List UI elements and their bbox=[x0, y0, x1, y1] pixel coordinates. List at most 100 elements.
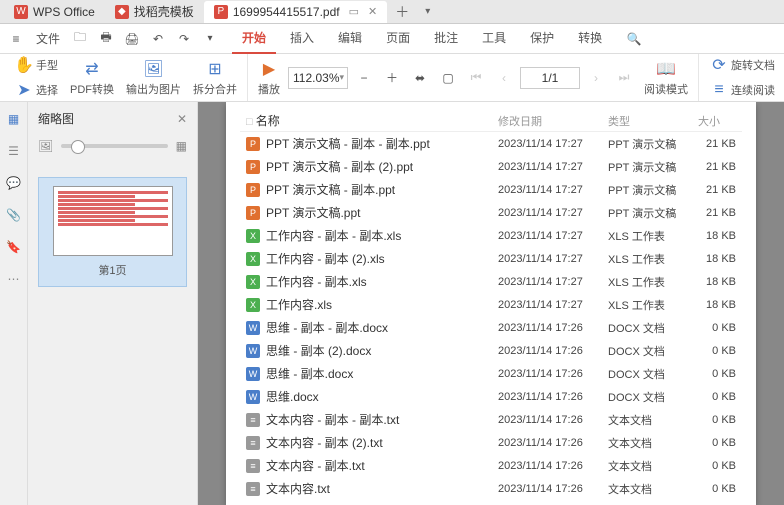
thumb-grid-icon[interactable]: ▦ bbox=[176, 139, 187, 153]
save-icon[interactable]: 🖶 bbox=[94, 27, 118, 51]
thumbnails-rail-icon[interactable]: ▦ bbox=[5, 110, 23, 128]
restore-icon[interactable]: ▭ bbox=[349, 5, 359, 18]
attach-rail-icon[interactable]: 📎 bbox=[5, 206, 23, 224]
file-type: PPT 演示文稿 bbox=[602, 132, 692, 156]
file-date: 2023/11/14 17:27 bbox=[492, 178, 602, 201]
table-row: PPPT 演示文稿 - 副本 (2).ppt2023/11/14 17:27PP… bbox=[240, 155, 742, 178]
play-button[interactable]: ▶播放 bbox=[254, 57, 284, 99]
document-viewport[interactable]: □ 名称 修改日期 类型 大小 PPPT 演示文稿 - 副本 - 副本.ppt2… bbox=[198, 102, 784, 505]
file-date: 2023/11/14 17:26 bbox=[492, 408, 602, 431]
file-name: PPT 演示文稿 - 副本 - 副本.ppt bbox=[266, 135, 430, 152]
table-row: ≡文本内容 - 副本.txt2023/11/14 17:26文本文档0 KB bbox=[240, 454, 742, 477]
file-type: XLS 工作表 bbox=[602, 224, 692, 247]
thumbnail-zoom-slider[interactable] bbox=[61, 144, 167, 148]
close-thumbnail-icon[interactable]: ✕ bbox=[177, 112, 187, 126]
add-tab-button[interactable]: ＋ bbox=[387, 2, 417, 22]
pdf-convert-button[interactable]: ⇄PDF转换 bbox=[66, 57, 118, 99]
bookmark-rail-icon[interactable]: 🔖 bbox=[5, 238, 23, 256]
thumbnail-preview bbox=[53, 186, 173, 256]
tab-convert[interactable]: 转换 bbox=[568, 23, 612, 54]
tab-insert[interactable]: 插入 bbox=[280, 23, 324, 54]
page-input[interactable]: 1/1 bbox=[520, 67, 580, 89]
table-row: W思维.docx2023/11/14 17:26DOCX 文档0 KB bbox=[240, 385, 742, 408]
file-date: 2023/11/14 17:26 bbox=[492, 385, 602, 408]
menu-hamburger-icon[interactable]: ≡ bbox=[4, 27, 28, 51]
file-size: 0 KB bbox=[692, 408, 742, 431]
file-type: DOCX 文档 bbox=[602, 385, 692, 408]
play-icon: ▶ bbox=[259, 59, 279, 79]
file-name: PPT 演示文稿 - 副本 (2).ppt bbox=[266, 158, 413, 175]
split-icon: ⊞ bbox=[205, 59, 225, 79]
file-size: 0 KB bbox=[692, 385, 742, 408]
file-size: 18 KB bbox=[692, 270, 742, 293]
col-size: 大小 bbox=[692, 110, 742, 132]
file-listing-table: □ 名称 修改日期 类型 大小 PPPT 演示文稿 - 副本 - 副本.ppt2… bbox=[240, 110, 742, 500]
search-icon[interactable]: 🔍 bbox=[622, 27, 646, 51]
print-icon[interactable]: 🖨 bbox=[120, 27, 144, 51]
file-date: 2023/11/14 17:26 bbox=[492, 362, 602, 385]
thumbnail-item[interactable]: 第1页 bbox=[38, 177, 187, 287]
next-page-icon[interactable]: › bbox=[584, 66, 608, 90]
outline-rail-icon[interactable]: ☰ bbox=[5, 142, 23, 160]
export-image-button[interactable]: 🖼输出为图片 bbox=[122, 57, 185, 99]
file-size: 21 KB bbox=[692, 178, 742, 201]
thumbnail-page-label: 第1页 bbox=[98, 262, 126, 278]
open-folder-icon[interactable]: 🗀 bbox=[68, 27, 92, 51]
col-date: 修改日期 bbox=[492, 110, 602, 132]
thumbnail-panel: 缩略图 ✕ 🖼 ▦ 第1页 bbox=[28, 102, 198, 505]
file-date: 2023/11/14 17:26 bbox=[492, 316, 602, 339]
file-date: 2023/11/14 17:27 bbox=[492, 293, 602, 316]
doc-file-icon: W bbox=[246, 367, 260, 381]
app-home-tab[interactable]: W WPS Office bbox=[4, 1, 105, 23]
file-name: 工作内容 - 副本.xls bbox=[266, 273, 367, 290]
more-rail-icon[interactable]: ⋯ bbox=[5, 270, 23, 288]
first-page-icon[interactable]: ⏮ bbox=[464, 66, 488, 90]
hand-tool-button[interactable]: ✋手型 bbox=[10, 53, 62, 77]
thumb-picture-icon[interactable]: 🖼 bbox=[38, 139, 53, 153]
tab-menu-button[interactable]: ▾ bbox=[417, 6, 438, 17]
comments-rail-icon[interactable]: 💬 bbox=[5, 174, 23, 192]
menu-bar: ≡ 文件 🗀 🖶 🖨 ↶ ↷ ▾ 开始 插入 编辑 页面 批注 工具 保护 转换… bbox=[0, 24, 784, 54]
file-size: 0 KB bbox=[692, 316, 742, 339]
file-name: PPT 演示文稿 - 副本.ppt bbox=[266, 181, 395, 198]
read-mode-button[interactable]: 📖阅读模式 bbox=[640, 57, 692, 99]
undo-icon[interactable]: ↶ bbox=[146, 27, 170, 51]
zoom-in-icon[interactable]: ＋ bbox=[380, 66, 404, 90]
table-row: PPPT 演示文稿.ppt2023/11/14 17:27PPT 演示文稿21 … bbox=[240, 201, 742, 224]
templates-tab[interactable]: ◆ 找稻壳模板 bbox=[105, 1, 204, 23]
document-tab[interactable]: P 1699954415517.pdf ▭ ✕ bbox=[204, 1, 387, 23]
template-icon: ◆ bbox=[115, 5, 129, 19]
file-size: 0 KB bbox=[692, 362, 742, 385]
zoom-input[interactable]: 112.03%▾ bbox=[288, 67, 348, 89]
fit-width-icon[interactable]: ⬌ bbox=[408, 66, 432, 90]
file-menu[interactable]: 文件 bbox=[30, 30, 66, 47]
tab-protect[interactable]: 保护 bbox=[520, 23, 564, 54]
prev-page-icon[interactable]: ‹ bbox=[492, 66, 516, 90]
close-tab-icon[interactable]: ✕ bbox=[368, 5, 377, 18]
last-page-icon[interactable]: ⏭ bbox=[612, 66, 636, 90]
continuous-icon: ≡ bbox=[709, 80, 729, 100]
file-type: XLS 工作表 bbox=[602, 293, 692, 316]
fit-page-icon[interactable]: ▢ bbox=[436, 66, 460, 90]
file-date: 2023/11/14 17:27 bbox=[492, 247, 602, 270]
tab-tools[interactable]: 工具 bbox=[472, 23, 516, 54]
redo-icon[interactable]: ↷ bbox=[172, 27, 196, 51]
cursor-icon: ➤ bbox=[14, 80, 34, 100]
file-size: 18 KB bbox=[692, 224, 742, 247]
tab-annotate[interactable]: 批注 bbox=[424, 23, 468, 54]
table-row: PPPT 演示文稿 - 副本 - 副本.ppt2023/11/14 17:27P… bbox=[240, 132, 742, 156]
tab-edit[interactable]: 编辑 bbox=[328, 23, 372, 54]
tab-page[interactable]: 页面 bbox=[376, 23, 420, 54]
pdf-page: □ 名称 修改日期 类型 大小 PPPT 演示文稿 - 副本 - 副本.ppt2… bbox=[226, 102, 756, 505]
continuous-read-button[interactable]: ≡连续阅读 bbox=[705, 78, 779, 102]
document-tabs-bar: W WPS Office ◆ 找稻壳模板 P 1699954415517.pdf… bbox=[0, 0, 784, 24]
file-size: 18 KB bbox=[692, 293, 742, 316]
file-date: 2023/11/14 17:27 bbox=[492, 201, 602, 224]
tab-start[interactable]: 开始 bbox=[232, 23, 276, 54]
select-tool-button[interactable]: ➤选择 bbox=[10, 78, 62, 102]
qat-dropdown-icon[interactable]: ▾ bbox=[198, 27, 222, 51]
zoom-out-icon[interactable]: − bbox=[352, 66, 376, 90]
document-title: 1699954415517.pdf bbox=[233, 5, 340, 19]
split-merge-button[interactable]: ⊞拆分合并 bbox=[189, 57, 241, 99]
rotate-button[interactable]: ⟳旋转文档 bbox=[705, 53, 779, 77]
